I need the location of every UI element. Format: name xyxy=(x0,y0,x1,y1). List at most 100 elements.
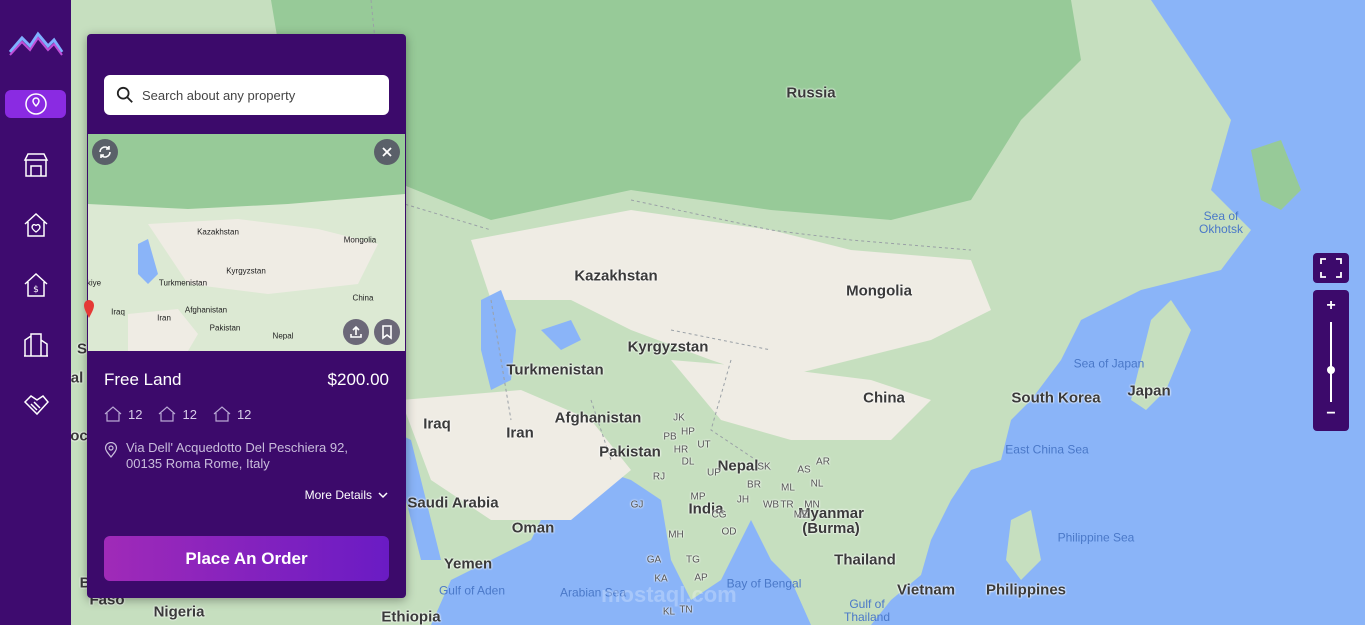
map-label-kazakhstan: Kazakhstan xyxy=(574,267,658,285)
map-label-state: HR xyxy=(673,444,689,456)
nav-item-favorites[interactable] xyxy=(5,205,66,245)
map-label-russia: Russia xyxy=(786,84,836,102)
buildings-icon xyxy=(23,333,48,357)
house-icon xyxy=(159,406,176,422)
preview-label: Pakistan xyxy=(209,323,241,333)
map-label-state: PB xyxy=(663,431,677,443)
feature-value: 12 xyxy=(236,406,252,422)
map-marker-icon[interactable] xyxy=(84,300,94,318)
preview-label: Kazakhstan xyxy=(197,227,239,237)
map-label-state: UT xyxy=(697,439,711,451)
map-label-bay-of-bengal: Bay of Bengal xyxy=(726,576,802,591)
map-label-state: DL xyxy=(681,456,695,468)
map-label-state: RJ xyxy=(652,471,666,483)
map-label-partial: S xyxy=(76,340,88,358)
map-label-south-korea: South Korea xyxy=(1011,389,1101,407)
map-label-state: GJ xyxy=(630,499,644,511)
search-box[interactable] xyxy=(104,75,389,115)
nav-item-deals[interactable] xyxy=(5,385,66,425)
map-label-philippine-sea: Philippine Sea xyxy=(1057,530,1135,545)
refresh-icon xyxy=(99,146,111,158)
map-label-yemen: Yemen xyxy=(443,555,493,573)
map-label-state: MH xyxy=(668,529,684,541)
property-panel: Kazakhstan Mongolia Kyrgyzstan Turkmenis… xyxy=(87,34,406,598)
map-label-state: ML xyxy=(781,482,795,494)
map-label-state: GA xyxy=(646,554,662,566)
property-preview-map[interactable]: Kazakhstan Mongolia Kyrgyzstan Turkmenis… xyxy=(88,134,405,351)
zoom-control: + − xyxy=(1313,290,1349,431)
more-details-link[interactable]: More Details xyxy=(305,488,388,502)
map-label-state: NL xyxy=(810,478,824,490)
map-label-nepal: Nepal xyxy=(717,457,759,475)
map-label-partial: oc xyxy=(71,427,88,445)
map-label-state: KL xyxy=(662,606,676,618)
bookmark-button[interactable] xyxy=(374,319,400,345)
map-label-mongolia: Mongolia xyxy=(846,282,912,300)
feature-item: 12 xyxy=(158,406,197,422)
map-label-sea-of-okhotsk: Sea of Okhotsk xyxy=(1198,209,1243,236)
map-label-state: JK xyxy=(673,412,685,424)
share-icon xyxy=(350,325,362,338)
map-label-nigeria: Nigeria xyxy=(153,603,205,621)
map-label-state: SK xyxy=(757,461,771,473)
nav-item-store[interactable] xyxy=(5,145,66,185)
nav-item-sale[interactable]: $ xyxy=(5,265,66,305)
preview-label: Afghanistan xyxy=(184,305,228,315)
house-icon xyxy=(104,406,122,422)
map-label-philippines: Philippines xyxy=(985,581,1067,599)
property-price: $200.00 xyxy=(327,370,389,389)
feature-item: 12 xyxy=(104,406,142,422)
preview-label: kiye xyxy=(88,278,102,288)
property-features: 12 12 12 xyxy=(104,406,251,422)
more-details-label: More Details xyxy=(304,488,372,502)
property-address: Via Dell' Acquedotto Del Peschiera 92, 0… xyxy=(104,440,384,472)
map-label-gulf-of-aden: Gulf of Aden xyxy=(438,583,506,598)
place-order-button[interactable]: Place An Order xyxy=(104,536,389,581)
map-label-sea-of-japan: Sea of Japan xyxy=(1073,356,1145,371)
house-icon xyxy=(213,406,231,422)
map-label-japan: Japan xyxy=(1127,382,1171,400)
watermark: mostaql.com xyxy=(601,582,737,607)
zoom-slider-thumb[interactable] xyxy=(1327,366,1335,374)
search-icon xyxy=(116,86,133,103)
location-pin-icon xyxy=(104,442,118,458)
svg-text:$: $ xyxy=(33,285,39,295)
preview-label: Mongolia xyxy=(343,235,377,245)
fullscreen-icon xyxy=(1320,258,1342,278)
map-label-state: AR xyxy=(816,456,830,468)
zoom-in-button[interactable]: + xyxy=(1313,294,1349,318)
preview-label: Turkmenistan xyxy=(158,278,208,288)
preview-label: China xyxy=(352,293,374,303)
preview-label: Nepal xyxy=(272,331,294,341)
refresh-button[interactable] xyxy=(92,139,118,165)
feature-value: 12 xyxy=(182,406,197,422)
search-input[interactable] xyxy=(142,87,382,103)
property-title: Free Land xyxy=(104,370,182,389)
nav-item-buildings[interactable] xyxy=(5,325,66,365)
map-label-china: China xyxy=(863,389,905,407)
map-label-turkmenistan: Turkmenistan xyxy=(506,361,604,379)
nav-item-map[interactable] xyxy=(5,90,66,118)
preview-label: Iraq xyxy=(111,307,125,317)
address-text: Via Dell' Acquedotto Del Peschiera 92, 0… xyxy=(126,440,348,471)
map-label-partial: al xyxy=(71,369,84,387)
preview-label: Kyrgyzstan xyxy=(226,266,266,276)
handshake-icon xyxy=(23,395,49,416)
logo-icon xyxy=(8,31,64,56)
map-label-state: TG xyxy=(686,554,700,566)
close-button[interactable] xyxy=(374,139,400,165)
map-label-thailand: Thailand xyxy=(834,551,896,569)
home-dollar-icon: $ xyxy=(23,272,48,297)
map-pin-icon xyxy=(24,93,47,115)
feature-item: 12 xyxy=(213,406,251,422)
map-label-state: MP xyxy=(690,491,706,503)
zoom-out-button[interactable]: − xyxy=(1313,402,1349,426)
bookmark-icon xyxy=(382,325,392,340)
map-label-state: HP xyxy=(681,426,695,438)
map-label-state: WB xyxy=(762,499,780,511)
share-button[interactable] xyxy=(343,319,369,345)
zoom-slider-track[interactable] xyxy=(1330,322,1332,402)
map-label-saudi-arabia: Saudi Arabia xyxy=(407,494,499,512)
map-label-state: BR xyxy=(747,479,761,491)
fullscreen-button[interactable] xyxy=(1313,253,1349,283)
